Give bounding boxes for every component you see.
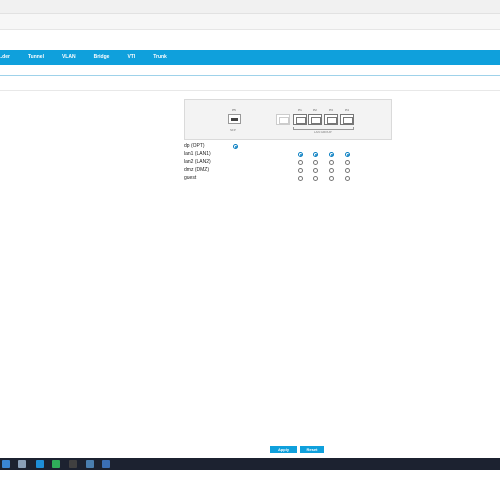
port-radio[interactable]	[329, 168, 334, 173]
app-icon-4[interactable]	[102, 460, 110, 468]
port-radio[interactable]	[345, 152, 350, 157]
port-radio[interactable]	[329, 152, 334, 157]
header-area	[0, 30, 500, 50]
app-icon-1[interactable]	[36, 460, 44, 468]
nav-item-vti[interactable]: VTI	[118, 50, 144, 65]
nav-item-trunk[interactable]: Trunk	[144, 50, 176, 65]
nav-item-tunnel[interactable]: Tunnel	[19, 50, 53, 65]
port-label-p4: P4	[345, 108, 349, 112]
ethernet-port-icon-p1	[293, 114, 307, 125]
browser-toolbar	[0, 14, 500, 30]
browser-title-bar	[0, 0, 500, 14]
terminal-icon[interactable]	[69, 460, 77, 468]
nav-item-bridge[interactable]: Bridge	[85, 50, 119, 65]
port-radio[interactable]	[233, 144, 238, 149]
os-taskbar	[0, 458, 500, 470]
row-label-guest: guest	[184, 175, 197, 181]
row-label-dp: dp (OPT)	[184, 143, 205, 149]
port-label-p3: P3	[329, 108, 333, 112]
app-icon-2[interactable]	[52, 460, 60, 468]
port-radio[interactable]	[345, 168, 350, 173]
port-radio[interactable]	[298, 176, 303, 181]
reset-button[interactable]: Reset	[300, 446, 324, 453]
apply-button[interactable]: Apply	[270, 446, 297, 453]
row-label-lan1: lan1 (LAN1)	[184, 151, 211, 157]
port-radio[interactable]	[298, 152, 303, 157]
sub-navigation-bar	[0, 65, 500, 76]
port-radio[interactable]	[298, 160, 303, 165]
port-radio[interactable]	[329, 176, 334, 181]
port-label-p5: P5	[232, 108, 236, 112]
ethernet-port-icon-disabled	[276, 114, 290, 125]
lan-group-caption: LAN GROUP	[314, 130, 332, 134]
row-label-dmz: dmz (DMZ)	[184, 167, 209, 173]
port-radio[interactable]	[313, 176, 318, 181]
ethernet-port-icon-p3	[324, 114, 338, 125]
nav-item-vlan[interactable]: VLAN	[53, 50, 85, 65]
top-navigation: ...der Tunnel VLAN Bridge VTI Trunk	[0, 50, 500, 65]
ethernet-port-icon-p2	[308, 114, 322, 125]
port-radio[interactable]	[298, 168, 303, 173]
sfp-caption: SFP	[230, 128, 236, 132]
port-radio[interactable]	[345, 160, 350, 165]
ethernet-port-icon-p4	[340, 114, 354, 125]
sfp-port-icon	[228, 114, 241, 124]
page-footer	[0, 470, 500, 500]
device-panel: P5 SFP P1 P2 P3 P4 LAN GROUP	[184, 99, 392, 140]
port-radio[interactable]	[329, 160, 334, 165]
port-radio[interactable]	[313, 160, 318, 165]
divider	[0, 90, 500, 91]
port-label-p2: P2	[313, 108, 317, 112]
row-label-lan2: lan2 (LAN2)	[184, 159, 211, 165]
port-label-p1: P1	[298, 108, 302, 112]
start-icon[interactable]	[2, 460, 10, 468]
port-radio[interactable]	[313, 168, 318, 173]
search-icon[interactable]	[18, 460, 26, 468]
app-icon-3[interactable]	[86, 460, 94, 468]
port-radio[interactable]	[313, 152, 318, 157]
port-radio[interactable]	[345, 176, 350, 181]
nav-item-router[interactable]: ...der	[0, 50, 19, 65]
